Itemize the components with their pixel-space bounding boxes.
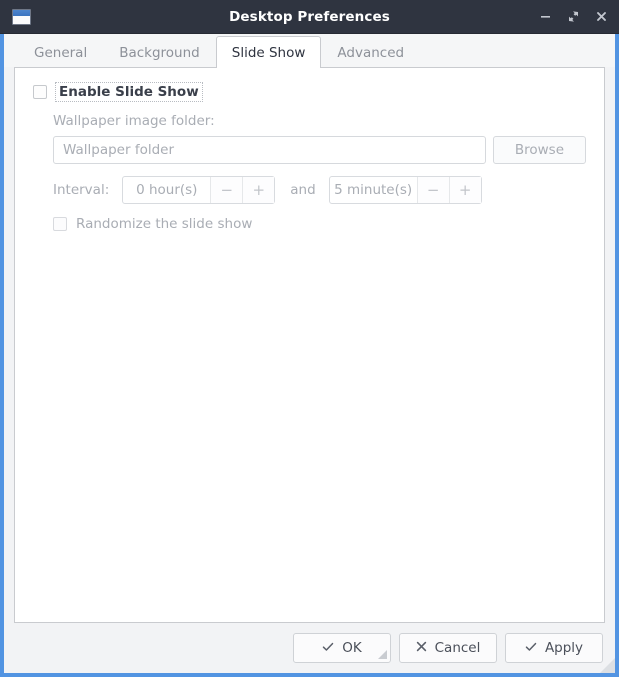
wallpaper-folder-row: Wallpaper folder Browse bbox=[53, 136, 586, 164]
titlebar[interactable]: Desktop Preferences bbox=[0, 0, 619, 34]
slide-show-panel: Enable Slide Show Wallpaper image folder… bbox=[14, 67, 605, 623]
apply-button-label: Apply bbox=[544, 640, 584, 656]
enable-slideshow-checkbox[interactable] bbox=[33, 85, 47, 99]
panel-wrapper: Enable Slide Show Wallpaper image folder… bbox=[4, 67, 615, 623]
interval-minutes-stepper[interactable]: 5 minute(s) − + bbox=[328, 176, 482, 204]
ok-resize-grip-icon bbox=[378, 650, 387, 659]
window-title: Desktop Preferences bbox=[229, 8, 390, 25]
interval-conjunction: and bbox=[290, 182, 316, 198]
interval-hours-stepper[interactable]: 0 hour(s) − + bbox=[122, 176, 276, 204]
maximize-button[interactable] bbox=[566, 9, 581, 24]
tab-background[interactable]: Background bbox=[103, 36, 216, 68]
check-icon bbox=[525, 641, 537, 656]
browse-button[interactable]: Browse bbox=[492, 136, 586, 164]
close-button[interactable] bbox=[594, 9, 609, 24]
interval-row: Interval: 0 hour(s) − + and 5 minute(s) … bbox=[53, 176, 586, 204]
window-resize-grip-icon[interactable] bbox=[600, 658, 615, 673]
wallpaper-folder-input[interactable]: Wallpaper folder bbox=[53, 136, 486, 164]
interval-hours-increment[interactable]: + bbox=[242, 177, 275, 203]
ok-button-label: OK bbox=[342, 640, 362, 656]
window-controls bbox=[538, 9, 609, 24]
cancel-button-label: Cancel bbox=[434, 640, 481, 656]
interval-minutes-decrement[interactable]: − bbox=[416, 177, 449, 203]
tab-slide-show[interactable]: Slide Show bbox=[215, 36, 322, 68]
wallpaper-folder-label: Wallpaper image folder: bbox=[53, 113, 215, 129]
interval-label: Interval: bbox=[53, 182, 110, 198]
desktop-preferences-window: Desktop Preferences General Background S… bbox=[0, 0, 619, 677]
cross-icon bbox=[416, 641, 427, 655]
apply-button[interactable]: Apply bbox=[505, 633, 603, 663]
window-icon bbox=[12, 8, 31, 25]
tab-bar: General Background Slide Show Advanced bbox=[4, 34, 615, 68]
tab-general[interactable]: General bbox=[18, 36, 103, 68]
interval-minutes-value[interactable]: 5 minute(s) bbox=[330, 177, 417, 203]
minimize-button[interactable] bbox=[538, 9, 553, 24]
interval-hours-value[interactable]: 0 hour(s) bbox=[123, 177, 210, 203]
tab-advanced[interactable]: Advanced bbox=[321, 36, 420, 68]
randomize-label: Randomize the slide show bbox=[76, 216, 253, 232]
cancel-button[interactable]: Cancel bbox=[399, 633, 497, 663]
check-icon bbox=[322, 641, 334, 656]
enable-slideshow-label: Enable Slide Show bbox=[55, 82, 203, 102]
action-bar: OK Cancel Apply bbox=[4, 623, 615, 673]
enable-slideshow-row[interactable]: Enable Slide Show bbox=[33, 82, 586, 102]
interval-minutes-increment[interactable]: + bbox=[448, 177, 481, 203]
interval-hours-decrement[interactable]: − bbox=[210, 177, 243, 203]
randomize-row[interactable]: Randomize the slide show bbox=[53, 216, 586, 232]
randomize-checkbox[interactable] bbox=[53, 217, 67, 231]
ok-button[interactable]: OK bbox=[293, 633, 391, 663]
wallpaper-folder-label-row: Wallpaper image folder: bbox=[53, 113, 586, 129]
